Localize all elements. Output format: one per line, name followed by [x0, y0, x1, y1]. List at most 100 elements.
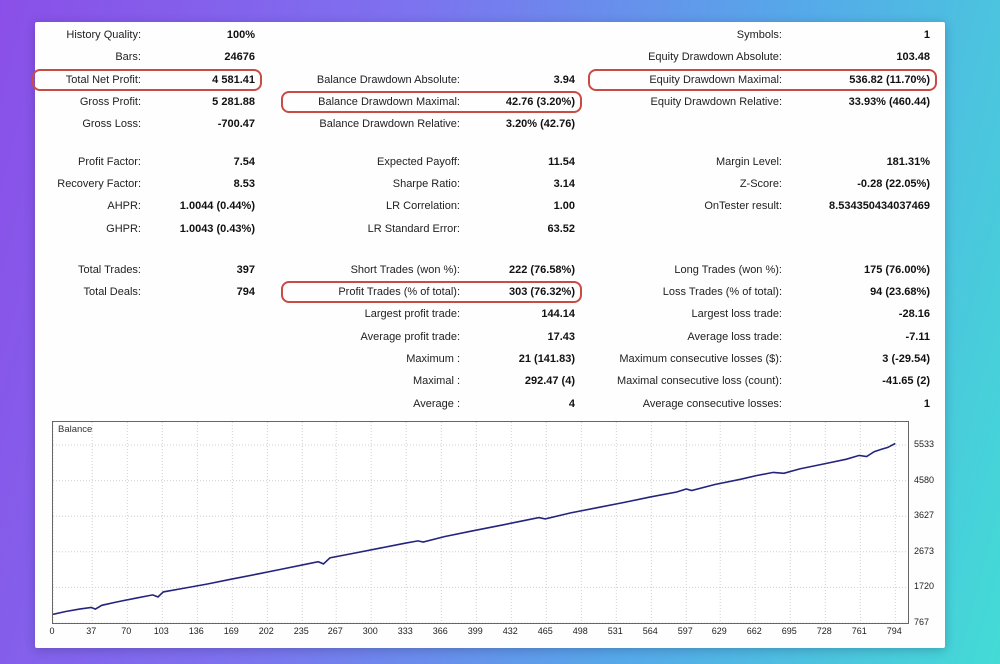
stat-label: GHPR: [106, 222, 141, 235]
stat-value: 222 (76.58%) [508, 263, 575, 276]
stat-label: OnTester result: [704, 200, 782, 213]
stat-value: 5 281.88 [212, 96, 255, 109]
stat-row [597, 113, 930, 135]
stat-value: 1.0044 (0.44%) [179, 200, 255, 213]
x-axis-tick-label: 136 [188, 626, 204, 636]
stat-value: 3.14 [553, 177, 575, 190]
stat-value: 1.0043 (0.43%) [179, 222, 255, 235]
stat-row: LR Standard Error: 63.52 [290, 217, 575, 239]
x-axis-tick-label: 300 [362, 626, 378, 636]
stat-label: Largest profit trade: [364, 308, 460, 321]
stat-value: 397 [236, 263, 255, 276]
stat-value: 4 [568, 397, 575, 410]
stats-block: Profit Factor: 7.54 Recovery Factor: 8.53 AH… [41, 150, 255, 239]
stat-row: Gross Loss: -700.47 [41, 113, 255, 135]
stat-label: Total Net Profit: [65, 73, 141, 86]
stat-value: 11.54 [548, 155, 575, 168]
stat-row: Maximal : 292.47 (4) [290, 370, 575, 392]
stat-row: Average : 4 [290, 392, 575, 414]
stat-value: 94 (23.68%) [870, 286, 930, 299]
y-axis-tick-label: 3627 [914, 510, 935, 521]
stat-label: Loss Trades (% of total): [662, 286, 782, 299]
stat-value: 103.48 [896, 51, 930, 64]
stat-label: Margin Level: [715, 155, 782, 168]
balance-chart-frame: Balance [52, 421, 909, 624]
stat-row: Maximum : 21 (141.83) [290, 348, 575, 370]
stat-label: AHPR: [107, 200, 141, 213]
balance-chart-title: Balance [58, 424, 93, 435]
stat-label: Average profit trade: [360, 330, 460, 343]
stat-label: Profit Factor: [78, 155, 141, 168]
stat-label: Sharpe Ratio: [392, 177, 460, 190]
stat-value: -7.11 [905, 330, 930, 343]
stat-label: Balance Drawdown Maximal: [318, 96, 460, 109]
y-axis-tick-label: 2673 [914, 545, 935, 556]
stat-label: Equity Drawdown Absolute: [648, 51, 782, 64]
stat-value: 1 [923, 397, 930, 410]
stats-column-right: Symbols: 1 Equity Drawdown Absolute: 103.48… [588, 22, 937, 415]
stats-block: History Quality: 100% Bars: 24676 Total Net … [32, 24, 262, 135]
stat-label: Symbols: [736, 29, 782, 42]
stat-label: Long Trades (won %): [674, 263, 782, 276]
x-axis-tick-label: 267 [327, 626, 343, 636]
x-axis-tick-label: 432 [502, 626, 518, 636]
stat-row: Profit Factor: 7.54 [41, 150, 255, 172]
stat-row: Sharpe Ratio: 3.14 [290, 173, 575, 195]
stat-label: Z-Score: [739, 177, 782, 190]
x-axis-tick-label: 662 [746, 626, 762, 636]
stat-label: Maximum consecutive losses ($): [619, 353, 782, 365]
stat-row: Bars: 24676 [41, 46, 255, 68]
stat-label: Maximal consecutive loss (count): [616, 375, 782, 388]
balance-chart [53, 422, 908, 623]
stat-value: 144.14 [541, 308, 575, 321]
stat-value: 4 581.41 [212, 73, 255, 86]
stat-label: Expected Payoff: [377, 155, 460, 168]
stat-row: AHPR: 1.0044 (0.44%) [41, 195, 255, 217]
stat-value: 21 (141.83) [518, 353, 575, 365]
stat-row: Z-Score: -0.28 (22.05%) [597, 173, 930, 195]
stat-value: -41.65 (2) [882, 375, 930, 388]
stat-value: 17.43 [547, 330, 575, 343]
stat-value: 181.31% [886, 155, 930, 168]
stat-label: Profit Trades (% of total): [338, 286, 460, 299]
x-axis-tick-label: 202 [258, 626, 274, 636]
stat-row: Balance Drawdown Absolute: 3.94 [290, 69, 575, 91]
stat-row: Total Trades: 397 [41, 259, 255, 281]
stat-value: -0.28 (22.05%) [857, 177, 930, 190]
stat-row: Long Trades (won %): 175 (76.00%) [597, 259, 930, 281]
stats-block: Balance Drawdown Absolute: 3.94 Balance Dr… [281, 24, 582, 135]
stat-row: OnTester result: 8.534350434037469 [597, 195, 930, 217]
stat-value: 3 (-29.54) [882, 353, 930, 365]
stat-row: Equity Drawdown Relative: 33.93% (460.44) [597, 91, 930, 113]
y-axis-tick-label: 5533 [914, 439, 935, 450]
stat-row: Recovery Factor: 8.53 [41, 173, 255, 195]
stat-label: Average : [413, 397, 460, 410]
stats-block: Expected Payoff: 11.54 Sharpe Ratio: 3.14 LR… [290, 150, 575, 239]
stat-row: Balance Drawdown Relative: 3.20% (42.76) [290, 113, 575, 135]
stat-value: 8.534350434037469 [829, 200, 930, 213]
x-axis-tick-label: 465 [537, 626, 553, 636]
stat-value: 536.82 (11.70%) [849, 73, 930, 86]
stat-label: Balance Drawdown Absolute: [316, 73, 460, 86]
stat-value: 303 (76.32%) [508, 286, 575, 299]
stat-row: Maximal consecutive loss (count): -41.65 … [597, 370, 930, 392]
stat-row: Average consecutive losses: 1 [597, 392, 930, 414]
stat-row: Margin Level: 181.31% [597, 150, 930, 172]
stat-label: Short Trades (won %): [350, 263, 460, 276]
stats-column-left: History Quality: 100% Bars: 24676 Total Net … [32, 22, 262, 304]
x-axis-tick-label: 0 [49, 626, 55, 636]
stat-row: Total Deals: 794 [41, 281, 255, 303]
stat-label: Recovery Factor: [57, 177, 141, 190]
x-axis-tick-label: 695 [781, 626, 797, 636]
x-axis-tick-label: 366 [432, 626, 448, 636]
x-axis-tick-label: 169 [223, 626, 239, 636]
stats-column-middle: Balance Drawdown Absolute: 3.94 Balance Dr… [281, 22, 582, 415]
stat-value: 7.54 [233, 155, 255, 168]
stat-label: Total Trades: [78, 263, 141, 276]
stat-label: Average loss trade: [687, 330, 782, 343]
stat-label: Maximal : [412, 375, 460, 388]
stats-block: Total Trades: 397 Total Deals: 794 [41, 259, 255, 304]
stat-value: 794 [236, 286, 255, 299]
stat-label: Bars: [115, 51, 141, 64]
x-axis-labels: 0 37 70 103 136 169 202 235 267 300 333 366 399 432 46… [35, 626, 945, 642]
